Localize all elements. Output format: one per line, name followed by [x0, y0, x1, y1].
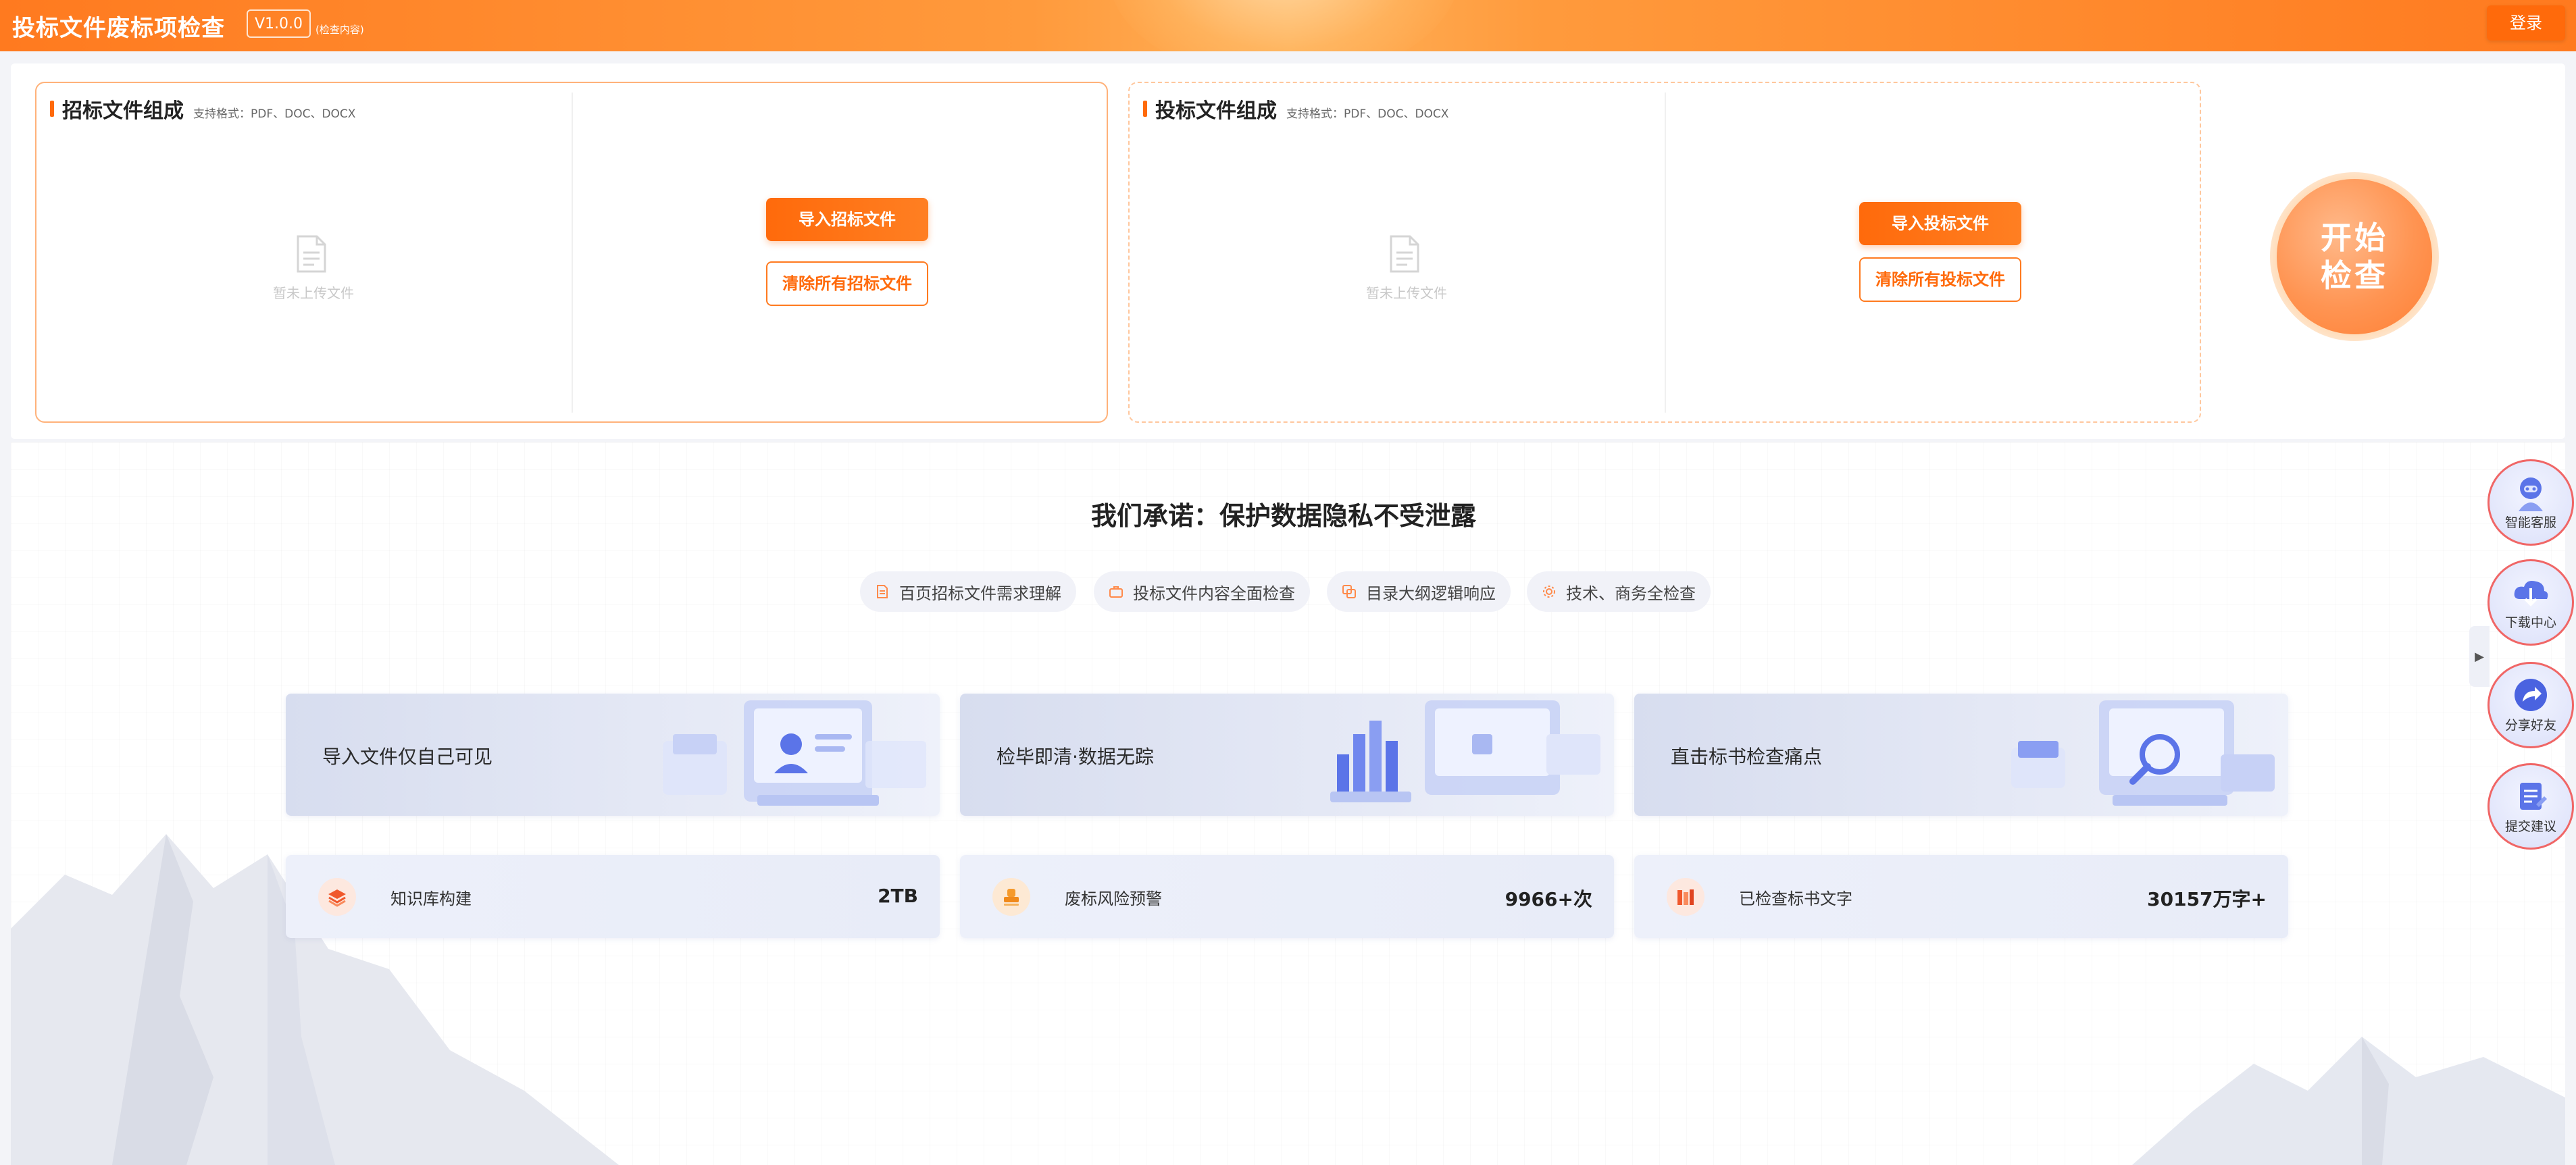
tender-card-title: 招标文件组成 — [62, 99, 184, 123]
app-title: 投标文件废标项检查 — [12, 15, 225, 42]
stat-value: 2TB — [878, 885, 918, 907]
robot-icon — [2519, 477, 2543, 511]
tag-label: 目录大纲逻辑响应 — [1366, 584, 1496, 603]
layers-icon — [318, 878, 356, 916]
feature-label: 直击标书检查痛点 — [1671, 746, 1823, 768]
clear-tender-button[interactable]: 清除所有招标文件 — [766, 261, 928, 306]
tag-label: 百页招标文件需求理解 — [899, 584, 1061, 603]
tag-label: 投标文件内容全面检查 — [1133, 584, 1295, 603]
start-label-line2: 检查 — [2321, 257, 2388, 294]
gear-icon — [1543, 586, 1555, 598]
magnifier-monitor-illustration — [2011, 700, 2275, 806]
mountain-decoration-left — [11, 834, 619, 1165]
mountain-decoration-right — [2132, 1037, 2565, 1165]
sidebar-item-label: 提交建议 — [2504, 819, 2556, 834]
tag-label: 技术、商务全检查 — [1566, 584, 1696, 603]
bid-supported-formats: 支持格式：PDF、DOC、DOCX — [1286, 107, 1449, 121]
books-icon — [1667, 878, 1704, 916]
stat-label: 知识库构建 — [390, 889, 472, 908]
download-icon — [2514, 581, 2548, 606]
sidebar-item-share-friends[interactable]: 分享好友 — [2487, 662, 2574, 748]
caret-right-icon: ▶ — [2475, 649, 2484, 664]
briefcase-icon — [1109, 586, 1123, 598]
import-tender-button[interactable]: 导入招标文件 — [766, 198, 928, 241]
stat-value: 9966+次 — [1505, 888, 1592, 910]
feature-tag: 目录大纲逻辑响应 — [1327, 571, 1511, 612]
feature-tag: 投标文件内容全面检查 — [1094, 571, 1310, 612]
feature-label: 检毕即清·数据无踪 — [996, 746, 1154, 768]
header-glow-decoration — [1108, 0, 1459, 51]
suggestion-icon — [2520, 783, 2547, 810]
feature-label: 导入文件仅自己可见 — [322, 746, 493, 768]
stat-card-knowledge: 知识库构建 2TB — [286, 855, 940, 938]
start-check-button[interactable]: 开始 检查 — [2277, 179, 2432, 334]
privacy-promise-heading: 我们承诺：保护数据隐私不受泄露 — [1090, 501, 1476, 531]
upload-panel: 招标文件组成 支持格式：PDF、DOC、DOCX 暂未上传文件 导入招标文件 清… — [11, 63, 2565, 439]
stat-card-checked-words: 已检查标书文字 30157万字+ — [1634, 855, 2288, 938]
bid-card-title: 投标文件组成 — [1155, 99, 1277, 123]
feature-card-clear: 检毕即清·数据无踪 — [960, 694, 1614, 816]
version-badge: V1.0.0 — [247, 9, 311, 38]
bid-file-card: 投标文件组成 支持格式：PDF、DOC、DOCX 暂未上传文件 导入投标文件 清… — [1128, 82, 2201, 423]
clear-bid-button[interactable]: 清除所有投标文件 — [1859, 257, 2021, 302]
empty-file-icon — [1390, 235, 1419, 273]
bid-empty-text: 暂未上传文件 — [1366, 285, 1447, 301]
sidebar-item-label: 下载中心 — [2504, 615, 2556, 630]
feature-tag: 技术、商务全检查 — [1527, 571, 1711, 612]
tender-supported-formats: 支持格式：PDF、DOC、DOCX — [193, 107, 356, 121]
chart-monitor-illustration — [1330, 700, 1600, 802]
top-header-bar: 投标文件废标项检查 V1.0.0 (检查内容) 登录 — [0, 0, 2576, 51]
stat-value: 30157万字+ — [2147, 888, 2267, 910]
sidebar-item-submit-suggestion[interactable]: 提交建议 — [2487, 763, 2574, 850]
feature-card-painpoints: 直击标书检查痛点 — [1634, 694, 2288, 816]
card-divider — [572, 93, 573, 413]
tender-card-header: 招标文件组成 支持格式：PDF、DOC、DOCX — [50, 94, 355, 124]
login-button[interactable]: 登录 — [2487, 5, 2565, 41]
bid-card-header: 投标文件组成 支持格式：PDF、DOC、DOCX — [1143, 94, 1448, 124]
card-divider — [1665, 93, 1666, 413]
sidebar-item-label: 分享好友 — [2504, 718, 2556, 733]
import-bid-button[interactable]: 导入投标文件 — [1859, 202, 2021, 245]
stat-label: 已检查标书文字 — [1739, 889, 1852, 908]
sidebar-item-customer-service[interactable]: 智能客服 — [2487, 459, 2574, 546]
version-note: (检查内容) — [315, 24, 364, 36]
tender-file-card: 招标文件组成 支持格式：PDF、DOC、DOCX 暂未上传文件 导入招标文件 清… — [35, 82, 1108, 423]
sidebar-collapse-toggle[interactable]: ▶ — [2469, 626, 2490, 687]
document-icon — [877, 585, 888, 598]
feature-card-private: 导入文件仅自己可见 — [286, 694, 940, 816]
tender-empty-text: 暂未上传文件 — [273, 285, 354, 301]
stat-card-risk: 废标风险预警 9966+次 — [960, 855, 1614, 938]
sidebar-item-label: 智能客服 — [2504, 515, 2556, 530]
sidebar-item-download-center[interactable]: 下载中心 — [2487, 559, 2574, 646]
feature-tag: 百页招标文件需求理解 — [860, 571, 1076, 612]
stamp-icon — [992, 878, 1030, 916]
start-label-line1: 开始 — [2321, 219, 2388, 256]
accent-bar — [1143, 101, 1147, 117]
user-monitor-illustration — [663, 700, 926, 806]
accent-bar — [50, 101, 54, 117]
share-icon — [2515, 679, 2547, 711]
copy-icon — [1342, 585, 1356, 598]
stat-label: 废标风险预警 — [1065, 889, 1162, 908]
empty-file-icon — [297, 235, 326, 273]
